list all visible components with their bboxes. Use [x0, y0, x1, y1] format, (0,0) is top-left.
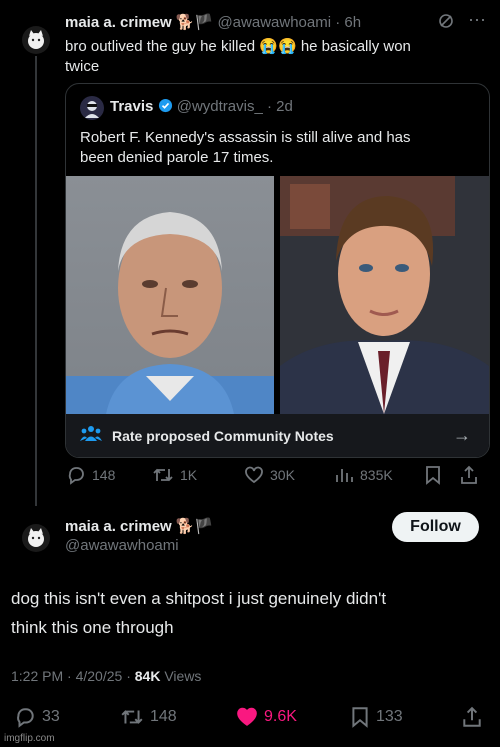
cat-avatar-icon: [28, 30, 44, 49]
main-time[interactable]: 1:22 PM: [11, 668, 63, 684]
timestamp[interactable]: 6h: [344, 14, 361, 31]
share-button[interactable]: [460, 465, 478, 485]
arrow-right-icon: →: [453, 425, 471, 445]
main-avatar[interactable]: [22, 524, 50, 552]
comment-icon: [68, 467, 84, 485]
main-bookmark-button[interactable]: 133: [350, 706, 403, 728]
quoted-tweet[interactable]: Travis @wydtravis_ · 2d Robert F. Kenned…: [65, 83, 490, 458]
thread-line: [35, 56, 37, 506]
main-like-button[interactable]: 9.6K: [236, 706, 297, 728]
main-share-button[interactable]: [462, 706, 482, 728]
avatar[interactable]: [22, 26, 50, 54]
portrait-photo[interactable]: [280, 176, 489, 414]
repost-icon: [121, 710, 143, 724]
dog-emoji-icon: 🐕: [175, 14, 195, 31]
analytics-icon: [336, 469, 353, 482]
quoted-header: Travis @wydtravis_ · 2d: [110, 98, 293, 115]
main-repost-button[interactable]: 148: [120, 706, 177, 728]
cat-avatar-icon: [28, 528, 44, 547]
main-date[interactable]: 4/20/25: [76, 668, 123, 684]
quoted-timestamp: 2d: [276, 98, 293, 115]
quoted-avatar: [80, 96, 104, 120]
views-count: 84K: [134, 668, 161, 684]
quoted-text: Robert F. Kennedy's assassin is still al…: [80, 129, 411, 166]
reply-text: bro outlived the guy he killed 😭😭 he bas…: [65, 38, 411, 75]
verified-icon: [158, 98, 173, 115]
bookmark-icon: [426, 466, 440, 485]
bookmark-icon: [352, 707, 368, 728]
share-icon: [463, 706, 481, 727]
reply-button[interactable]: 148: [66, 465, 115, 485]
views-button[interactable]: 835K: [334, 465, 393, 485]
main-reply-button[interactable]: 33: [14, 706, 60, 728]
flag-icon: 🏴: [194, 14, 214, 31]
share-icon: [461, 465, 477, 484]
mugshot-photo[interactable]: [66, 176, 274, 414]
masked-figure-icon: [85, 101, 99, 118]
heart-filled-icon: [237, 707, 257, 726]
watermark: imgflip.com: [4, 733, 55, 744]
more-options-icon[interactable]: ⋯: [468, 10, 486, 31]
dog-emoji-icon: 🐕: [175, 518, 195, 535]
quoted-author-name: Travis: [110, 98, 154, 115]
main-text: dog this isn't even a shitpost i just ge…: [11, 589, 387, 637]
grok-icon[interactable]: [438, 13, 454, 34]
comment-icon: [17, 708, 34, 728]
heart-icon: [245, 466, 263, 484]
views-label: Views: [164, 668, 202, 684]
community-notes-label: Rate proposed Community Notes: [112, 427, 334, 444]
like-button[interactable]: 30K: [244, 465, 295, 485]
community-notes-bar[interactable]: Rate proposed Community Notes →: [66, 414, 489, 457]
bookmark-button[interactable]: [424, 465, 442, 485]
author-handle[interactable]: @awawawhoami: [217, 14, 331, 31]
repost-icon: [153, 468, 173, 482]
flag-icon: 🏴: [194, 518, 214, 535]
quoted-author-handle: @wydtravis_: [176, 98, 263, 115]
author-name[interactable]: maia a. crimew: [65, 14, 172, 31]
reply-header: maia a. crimew 🐕🏴 @awawawhoami · 6h: [65, 14, 362, 31]
follow-button[interactable]: Follow: [392, 512, 479, 542]
main-author-handle[interactable]: @awawawhoami: [65, 537, 179, 554]
crying-emoji-icon: 😭😭: [259, 38, 297, 55]
main-author: maia a. crimew 🐕🏴: [65, 517, 213, 535]
main-meta: 1:22 PM · 4/20/25 · 84K Views: [11, 668, 202, 684]
repost-button[interactable]: 1K: [152, 465, 197, 485]
main-author-name[interactable]: maia a. crimew: [65, 518, 172, 535]
people-icon: [80, 425, 102, 446]
